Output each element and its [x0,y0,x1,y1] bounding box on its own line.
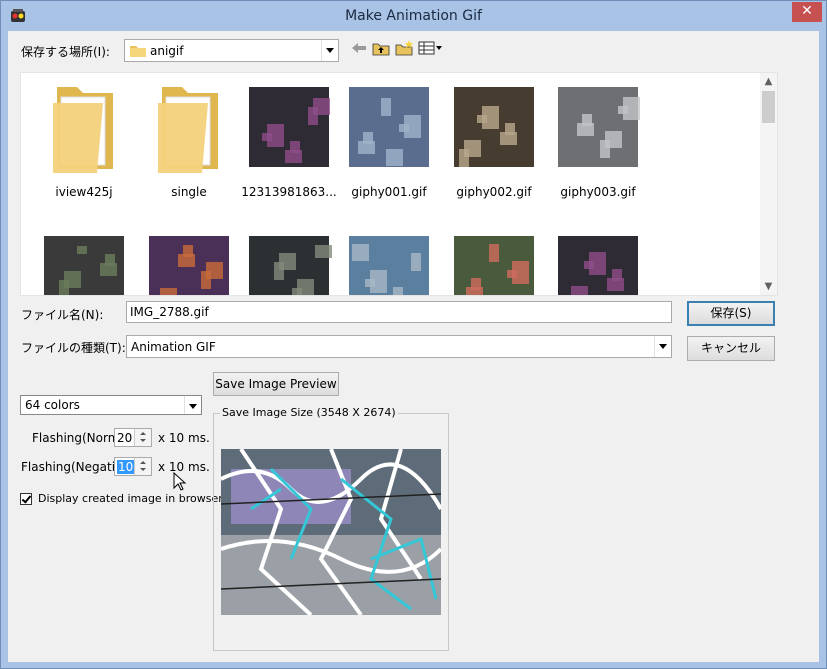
folder-item[interactable]: single [134,81,244,199]
save-button[interactable]: 保存(S) [687,301,775,326]
spinner-arrows-icon[interactable] [134,458,151,475]
image-file-item[interactable]: 12313981863... [234,81,344,199]
file-name: 12313981863... [241,185,337,199]
chevron-down-icon[interactable] [321,40,338,61]
image-file-item[interactable]: giphy002.gif [439,81,549,199]
spinner-arrows-icon[interactable] [134,429,151,446]
image-file-item[interactable]: giphy001.gif [334,81,444,199]
close-button[interactable]: ✕ [792,2,822,22]
scroll-up-icon[interactable]: ▲ [760,73,777,90]
image-thumbnail [454,87,534,167]
image-file-item[interactable] [543,230,653,295]
view-menu-icon[interactable] [418,39,444,57]
title-bar[interactable]: Make Animation Gif ✕ [1,1,826,31]
filename-label: ファイル名(N): [21,308,104,322]
chevron-down-icon[interactable] [184,396,201,414]
image-file-item[interactable] [134,230,244,295]
flash-normal-spinner[interactable]: 20 [114,428,152,447]
mouse-cursor-icon [173,472,187,491]
image-file-item[interactable] [439,230,549,295]
folder-icon [158,87,218,173]
preview-image [221,449,441,615]
file-name: single [171,185,207,199]
file-name: iview425j [55,185,113,199]
image-thumbnail [349,236,429,295]
file-list[interactable]: giphy003.gif giphy002.gif giphy001.gif 1231… [20,72,778,296]
scroll-down-icon[interactable]: ▼ [760,278,777,295]
image-file-item[interactable] [29,230,139,295]
filetype-combo[interactable]: Animation GIF [126,335,672,358]
up-folder-icon[interactable] [371,39,391,57]
colors-combo[interactable]: 64 colors [20,395,202,415]
image-thumbnail [454,236,534,295]
dialog-client: 保存する場所(I): anigif giphy003.gif giphy002.… [8,31,819,662]
file-name: giphy002.gif [456,185,532,199]
folder-icon [130,46,146,57]
folder-item[interactable]: iview425j [29,81,139,199]
flash-negative-value[interactable]: 10 [117,460,135,474]
image-file-item[interactable] [334,230,444,295]
scroll-thumb[interactable] [762,91,775,123]
image-thumbnail [558,236,638,295]
chevron-down-icon[interactable] [654,336,671,357]
colors-value: 64 colors [25,398,80,412]
image-thumbnail [349,87,429,167]
window-title: Make Animation Gif [345,8,482,24]
browser-checkbox[interactable] [20,493,32,505]
filetype-label: ファイルの種類(T): [21,341,126,355]
vertical-scrollbar[interactable]: ▲ ▼ [760,73,777,295]
location-label: 保存する場所(I): [21,45,110,59]
filename-input[interactable]: IMG_2788.gif [126,301,672,323]
new-folder-icon[interactable] [394,39,414,57]
flash-negative-spinner[interactable]: 10 [114,457,152,476]
image-thumbnail [249,236,332,295]
image-thumbnail [249,87,330,167]
filetype-value: Animation GIF [131,340,216,354]
image-thumbnail [558,87,640,167]
image-file-item[interactable] [234,230,344,295]
dialog-window: Make Animation Gif ✕ 保存する場所(I): anigif g… [0,0,827,669]
folder-icon [53,87,113,173]
flash-normal-unit: x 10 ms. [158,431,210,445]
filename-value: IMG_2788.gif [130,305,209,319]
file-name: giphy003.gif [560,185,636,199]
cancel-button[interactable]: キャンセル [687,336,775,361]
flash-normal-value[interactable]: 20 [117,431,132,445]
location-combo[interactable]: anigif [124,39,339,62]
image-thumbnail [149,236,229,295]
back-arrow-icon[interactable] [349,39,369,57]
file-name: giphy001.gif [351,185,427,199]
image-thumbnail [44,236,124,295]
save-size-title: Save Image Size (3548 X 2674) [220,406,398,419]
location-value: anigif [150,44,184,58]
save-preview-button[interactable]: Save Image Preview [213,372,339,396]
browser-checkbox-label: Display created image in browser [38,492,223,505]
image-file-item[interactable]: giphy003.gif [543,81,653,199]
